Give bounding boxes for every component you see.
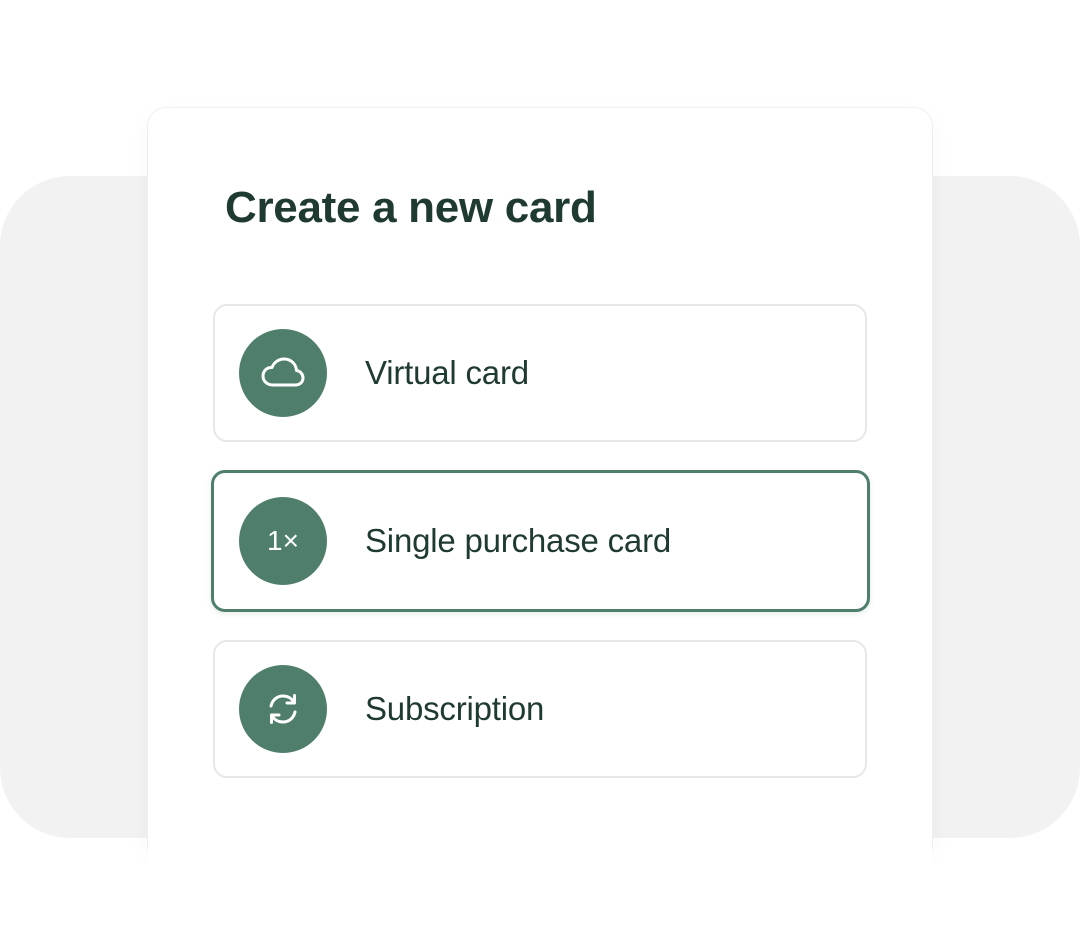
create-card-dialog: Create a new card Virtual card 1× Single… [148,108,932,848]
refresh-icon [239,665,327,753]
panel-bottom-mask [148,838,932,946]
option-label: Subscription [365,690,545,727]
option-subscription[interactable]: Subscription [213,640,867,778]
cloud-icon [239,329,327,417]
option-label: Single purchase card [365,522,672,559]
option-label: Virtual card [365,354,529,391]
dialog-title: Create a new card [225,183,597,232]
option-single-purchase-card[interactable]: 1× Single purchase card [211,470,870,612]
option-virtual-card[interactable]: Virtual card [213,304,867,442]
one-times-icon: 1× [239,497,327,585]
icon-text: 1× [267,525,299,556]
